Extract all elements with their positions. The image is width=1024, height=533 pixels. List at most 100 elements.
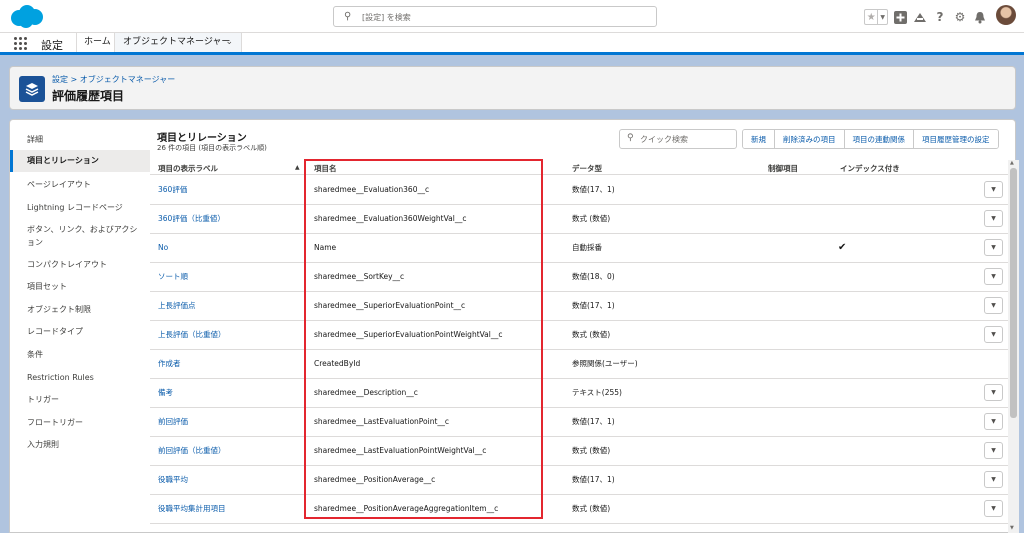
field-label-link[interactable]: 前回評価	[158, 408, 188, 436]
field-label-link[interactable]: 役職平均	[158, 466, 188, 494]
field-label-link[interactable]: 360評価	[158, 176, 187, 204]
sidebar-item-restriction-rules[interactable]: Restriction Rules	[10, 371, 150, 384]
row-actions-dropdown-icon[interactable]: ▼	[984, 384, 1003, 401]
row-actions-dropdown-icon[interactable]: ▼	[984, 442, 1003, 459]
field-label-link[interactable]: 役職平均集計用項目	[158, 495, 226, 523]
sidebar-item-page-layouts[interactable]: ページレイアウト	[10, 178, 150, 191]
table-row: 上長評価（比重値） sharedmee__SuperiorEvaluationPo…	[150, 321, 1008, 350]
favorites-button[interactable]: ★ ▼	[864, 9, 888, 25]
table-row: 360評価 sharedmee__Evaluation360__c 数値(17、1)…	[150, 176, 1008, 205]
field-label-link[interactable]: 前回評価（比重値）	[158, 437, 226, 465]
field-label-link[interactable]: 上長評価（比重値）	[158, 321, 226, 349]
row-actions-dropdown-icon[interactable]: ▼	[984, 210, 1003, 227]
sidebar-item-validation-rules[interactable]: 入力規則	[10, 438, 150, 451]
sidebar-item-buttons-links-actions[interactable]: ボタン、リンク、およびアクション	[10, 223, 148, 249]
field-label-link[interactable]: 上長評価点	[158, 292, 196, 320]
breadcrumb[interactable]: 設定 > オブジェクトマネージャー	[52, 74, 175, 85]
field-dependencies-button[interactable]: 項目の連動関係	[844, 130, 914, 148]
object-stack-icon	[19, 76, 45, 102]
tab-object-manager[interactable]: オブジェクトマネージャー ⌄	[114, 33, 242, 52]
tab-home[interactable]: ホーム	[84, 33, 111, 52]
field-label-link[interactable]: ソート順	[158, 263, 188, 291]
table-row: 役職平均 sharedmee__PositionAverage__c 数値(17、1…	[150, 466, 1008, 495]
header-utility-icons: ★ ▼ ? ⚙	[864, 7, 988, 27]
scroll-down-icon[interactable]: ▼	[1010, 525, 1014, 531]
field-label-link[interactable]: 備考	[158, 379, 173, 407]
notifications-bell-icon[interactable]	[972, 9, 988, 25]
row-actions-dropdown-icon[interactable]: ▼	[984, 297, 1003, 314]
field-api-name: sharedmee__SortKey__c	[314, 272, 405, 281]
quick-search[interactable]: ⚲	[619, 129, 737, 149]
user-avatar[interactable]	[996, 5, 1016, 25]
row-actions-dropdown-icon[interactable]: ▼	[984, 181, 1003, 198]
sidebar-item-lightning-record-pages[interactable]: Lightning レコードページ	[10, 201, 150, 214]
column-header-indexed[interactable]: インデックス付き	[840, 163, 900, 174]
section-subtitle: 26 件の項目 (項目の表示ラベル順)	[157, 144, 267, 152]
field-data-type: 参照関係(ユーザー)	[572, 359, 638, 368]
column-header-data-type[interactable]: データ型	[572, 163, 602, 174]
column-header-label[interactable]: 項目の表示ラベル	[158, 163, 218, 174]
sort-ascending-icon[interactable]: ▲	[295, 164, 300, 171]
table-row: 上長評価点 sharedmee__SuperiorEvaluationPoint_…	[150, 292, 1008, 321]
sidebar-item-record-types[interactable]: レコードタイプ	[10, 325, 150, 338]
chevron-down-icon: ▼	[877, 10, 887, 24]
column-header-api-name[interactable]: 項目名	[314, 163, 337, 174]
field-data-type: 数値(17、1)	[572, 417, 615, 426]
field-data-type: 数式 (数値)	[572, 446, 611, 455]
sidebar-item-compact-layouts[interactable]: コンパクトレイアウト	[10, 258, 150, 271]
row-actions-dropdown-icon[interactable]: ▼	[984, 326, 1003, 343]
deleted-fields-button[interactable]: 削除済みの項目	[775, 130, 845, 148]
app-launcher-icon[interactable]	[14, 37, 27, 50]
sidebar-item-flow-triggers[interactable]: フロートリガー	[10, 416, 150, 429]
app-name: 設定	[41, 39, 63, 52]
global-header: ⚲ ★ ▼ ? ⚙	[0, 0, 1024, 33]
field-data-type: 数式 (数値)	[572, 214, 611, 223]
field-api-name: sharedmee__LastEvaluationPointWeightVal_…	[314, 446, 487, 455]
sidebar-item-details[interactable]: 詳細	[10, 133, 150, 146]
table-row: 前回評価（比重値） sharedmee__LastEvaluationPointW…	[150, 437, 1008, 466]
scroll-up-icon[interactable]: ▲	[1010, 160, 1014, 166]
field-api-name: sharedmee__Evaluation360WeightVal__c	[314, 214, 467, 223]
page-header: 設定 > オブジェクトマネージャー 評価履歴項目	[9, 66, 1016, 110]
table-row: No Name 自動採番 ✔ ▼	[150, 234, 1008, 263]
field-label-link[interactable]: No	[158, 234, 168, 262]
page-scrollbar[interactable]: ▲ ▼	[1008, 160, 1019, 533]
sidebar-item-field-sets[interactable]: 項目セット	[10, 280, 150, 293]
main-content: 詳細 項目とリレーション ページレイアウト Lightning レコードページ …	[9, 119, 1016, 533]
sidebar-item-fields-relationships[interactable]: 項目とリレーション	[10, 150, 150, 172]
row-actions-dropdown-icon[interactable]: ▼	[984, 268, 1003, 285]
field-data-type: 数値(17、1)	[572, 475, 615, 484]
row-actions-dropdown-icon[interactable]: ▼	[984, 413, 1003, 430]
page-title: 評価履歴項目	[52, 89, 125, 103]
history-tracking-button[interactable]: 項目履歴管理の設定	[914, 130, 998, 148]
field-api-name: sharedmee__LastEvaluationPoint__c	[314, 417, 450, 426]
global-search-input[interactable]	[362, 10, 642, 24]
setup-gear-icon[interactable]: ⚙	[952, 9, 968, 25]
search-icon: ⚲	[627, 133, 634, 143]
chevron-down-icon[interactable]: ⌄	[225, 33, 233, 52]
sidebar-item-object-limits[interactable]: オブジェクト制限	[10, 303, 150, 316]
quick-search-input[interactable]	[640, 133, 732, 146]
trailhead-icon[interactable]	[912, 9, 928, 25]
column-header-controlling-field[interactable]: 制御項目	[768, 163, 798, 174]
new-field-button[interactable]: 新規	[743, 130, 775, 148]
field-api-name: sharedmee__Description__c	[314, 388, 418, 397]
indexed-check-icon: ✔	[838, 242, 847, 253]
field-label-link[interactable]: 360評価（比重値）	[158, 205, 225, 233]
row-actions-dropdown-icon[interactable]: ▼	[984, 239, 1003, 256]
salesforce-logo[interactable]	[8, 4, 46, 30]
field-data-type: 数式 (数値)	[572, 504, 611, 513]
sidebar-item-triggers[interactable]: トリガー	[10, 393, 150, 406]
add-icon[interactable]	[892, 9, 908, 25]
row-actions-dropdown-icon[interactable]: ▼	[984, 500, 1003, 517]
field-data-type: 数値(17、1)	[572, 185, 615, 194]
help-icon[interactable]: ?	[932, 9, 948, 25]
row-actions-dropdown-icon[interactable]: ▼	[984, 471, 1003, 488]
nav-divider	[76, 33, 77, 52]
scrollbar-thumb[interactable]	[1010, 168, 1017, 418]
global-search[interactable]: ⚲	[333, 6, 657, 27]
sidebar-item-conditions[interactable]: 条件	[10, 348, 150, 361]
field-label-link[interactable]: 作成者	[158, 350, 181, 378]
field-data-type: 数値(17、1)	[572, 301, 615, 310]
section-title: 項目とリレーション	[157, 133, 247, 144]
